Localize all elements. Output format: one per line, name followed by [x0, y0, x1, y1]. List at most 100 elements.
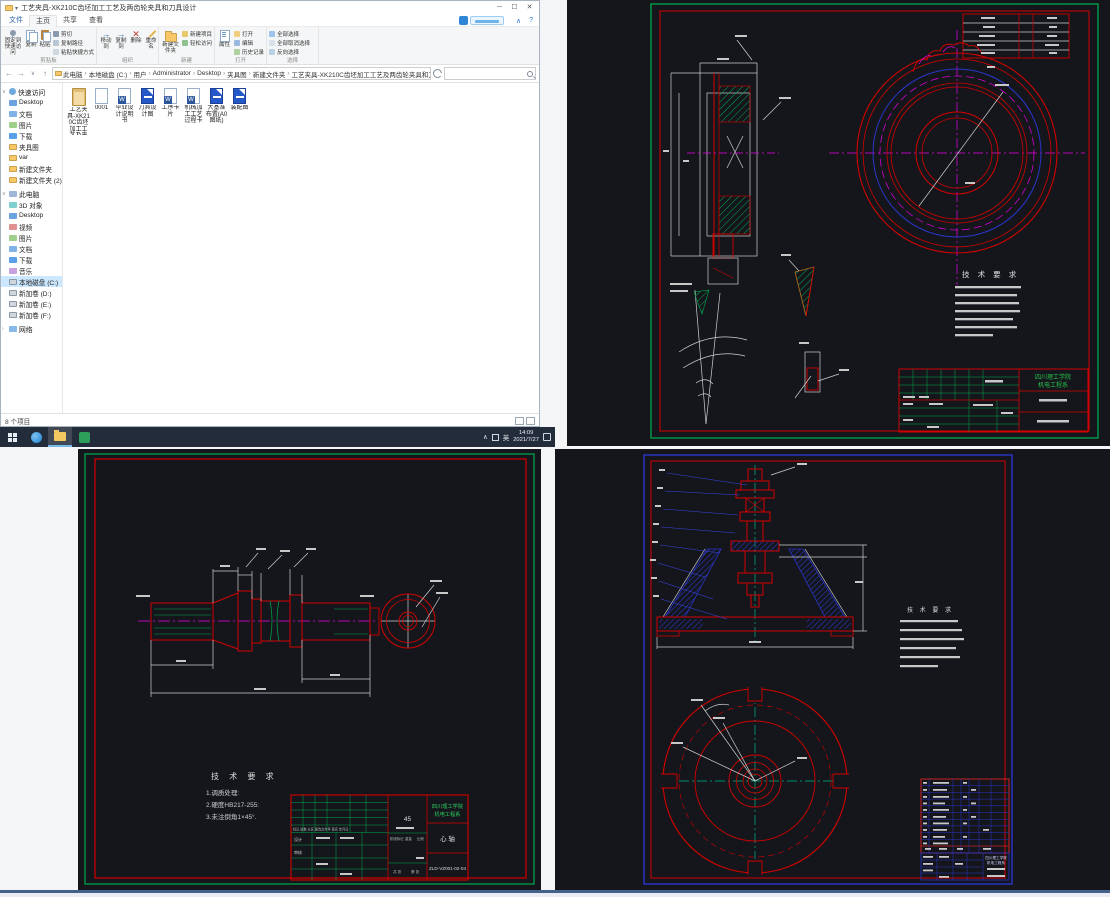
downloads-icon — [9, 256, 17, 263]
file-item[interactable]: 毕业设计说明书 — [113, 87, 136, 125]
sidebar-item-folder[interactable]: 夹具图 — [1, 141, 62, 152]
move-to-button[interactable]: → 移动到 — [99, 28, 113, 56]
breadcrumb-segment[interactable]: 新建文件夹 — [253, 69, 286, 79]
file-item[interactable]: 工序卡片 — [159, 87, 182, 118]
sidebar-section-network[interactable]: › 网络 — [1, 323, 62, 334]
history-button[interactable]: 历史记录 — [233, 48, 264, 56]
ribbon-collapse-icon[interactable]: ∧ — [516, 17, 521, 25]
sidebar-item-folder[interactable]: 新建文件夹 (2) — [1, 174, 62, 185]
rename-button[interactable]: 重命名 — [144, 28, 158, 56]
paste-button[interactable]: 粘贴 — [39, 28, 51, 56]
new-folder-button[interactable]: 新建文件夹 — [161, 28, 180, 56]
sidebar-item-downloads[interactable]: 下载 — [1, 130, 62, 141]
drive-icon — [9, 311, 17, 318]
back-icon[interactable]: ← — [4, 69, 14, 78]
green-app-icon — [78, 431, 90, 443]
file-item[interactable]: 工艺夹具-XK210C齿坯加工工艺及夹具设... — [67, 87, 90, 135]
details-view-icon[interactable] — [515, 417, 524, 425]
quick-access-toolbar-arrow-icon[interactable]: ▾ — [15, 5, 18, 12]
documents-icon — [9, 245, 17, 252]
sidebar-item-volume-f[interactable]: 新加卷 (F:) — [1, 309, 62, 320]
search-input[interactable] — [447, 70, 527, 77]
copy-to-button[interactable]: → 复制到 — [114, 28, 128, 56]
tab-share[interactable]: 共享 — [57, 15, 83, 27]
file-item[interactable]: 机械加工工艺过程卡 — [182, 87, 205, 125]
dwg-drawing-icon — [141, 88, 154, 104]
breadcrumb-segment[interactable]: 夹具图 — [227, 69, 247, 79]
copy-path-button[interactable]: 复制路径 — [52, 39, 94, 47]
rename-icon — [146, 28, 156, 38]
invert-selection-button[interactable]: 反向选择 — [269, 48, 310, 56]
select-all-button[interactable]: 全部选择 — [269, 30, 310, 38]
file-item[interactable]: 大基准布置(A0图纸) — [205, 87, 228, 125]
breadcrumb-segment[interactable]: Administrator — [153, 70, 191, 77]
properties-button[interactable]: 属性 — [217, 28, 232, 56]
taskbar-clock[interactable]: 14:09 2021/7/27 — [513, 430, 539, 444]
sidebar-item-pictures[interactable]: 图片 — [1, 232, 62, 243]
file-item[interactable]: 刀具设计图 — [136, 87, 159, 118]
sidebar-item-local-disk-c[interactable]: 本地磁盘 (C:) — [1, 276, 62, 287]
browser-icon — [30, 431, 42, 443]
sidebar-section-quick-access[interactable]: ∨ 快速访问 — [1, 86, 62, 97]
drive-icon — [9, 278, 17, 285]
sidebar-item-desktop[interactable]: Desktop — [1, 97, 62, 108]
breadcrumb-segment[interactable]: 此电脑 — [63, 69, 83, 79]
tray-expand-icon[interactable]: ∧ — [483, 433, 488, 441]
sidebar-item-3d-objects[interactable]: 3D 对象 — [1, 199, 62, 210]
forward-icon[interactable]: → — [16, 69, 26, 78]
cloud-sync-badge[interactable] — [458, 16, 504, 25]
close-button[interactable]: ✕ — [522, 1, 537, 15]
documents-icon — [9, 110, 17, 117]
sidebar-item-music[interactable]: 音乐 — [1, 265, 62, 276]
delete-button[interactable]: ✕ 删除 — [129, 28, 143, 56]
breadcrumb-segment[interactable]: 本地磁盘 (C:) — [89, 69, 128, 79]
pin-to-quick-access-button[interactable]: 固定到快速访问 — [3, 28, 23, 56]
sidebar-item-folder[interactable]: var — [1, 152, 62, 163]
taskbar-app-button[interactable] — [72, 427, 96, 447]
easy-access-button[interactable]: 轻松访问 — [181, 39, 212, 47]
sidebar-section-this-pc[interactable]: ∨ 此电脑 — [1, 188, 62, 199]
sidebar-item-documents[interactable]: 文档 — [1, 108, 62, 119]
tab-file[interactable]: 文件 — [3, 15, 29, 27]
file-item[interactable]: 装配图 — [228, 87, 251, 112]
sidebar-item-desktop[interactable]: Desktop — [1, 210, 62, 221]
tab-view[interactable]: 查看 — [83, 15, 109, 27]
svg-text:第 张: 第 张 — [411, 869, 420, 874]
sidebar-item-folder[interactable]: 新建文件夹 — [1, 163, 62, 174]
cut-button[interactable]: 剪切 — [52, 30, 94, 38]
sidebar-item-volume-e[interactable]: 新加卷 (E:) — [1, 298, 62, 309]
breadcrumb-segment[interactable]: Desktop — [197, 70, 221, 77]
taskbar-explorer-button[interactable] — [48, 427, 72, 447]
tab-home[interactable]: 主页 — [29, 14, 57, 27]
file-icon — [95, 88, 108, 104]
sidebar-item-videos[interactable]: 视频 — [1, 221, 62, 232]
sidebar-item-downloads[interactable]: 下载 — [1, 254, 62, 265]
word-document-icon — [187, 88, 200, 104]
select-none-button[interactable]: 全部取消选择 — [269, 39, 310, 47]
sidebar-item-documents[interactable]: 文档 — [1, 243, 62, 254]
minimize-button[interactable]: ─ — [492, 1, 507, 15]
up-icon[interactable]: ↑ — [40, 69, 50, 78]
thumbnail-view-icon[interactable] — [526, 417, 535, 425]
recent-locations-icon[interactable]: ∨ — [28, 70, 38, 77]
ime-indicator[interactable]: 英 — [503, 432, 510, 442]
breadcrumb-segment[interactable]: 用户 — [133, 69, 146, 79]
search-box — [444, 67, 536, 80]
start-button[interactable] — [0, 427, 24, 447]
sidebar-item-pictures[interactable]: 图片 — [1, 119, 62, 130]
tray-status-icon[interactable] — [491, 433, 499, 441]
taskbar-browser-button[interactable] — [24, 427, 48, 447]
maximize-button[interactable]: ☐ — [507, 1, 522, 15]
file-item[interactable]: 0001 — [90, 87, 113, 112]
new-item-button[interactable]: 新建项目 — [181, 30, 212, 38]
help-icon[interactable]: ? — [529, 17, 533, 24]
copy-button[interactable]: 复制 — [25, 28, 38, 56]
edit-button[interactable]: 编辑 — [233, 39, 264, 47]
notification-center-icon[interactable] — [543, 433, 551, 441]
breadcrumb[interactable]: 此电脑 › 本地磁盘 (C:) › 用户 › Administrator › Deskt… — [52, 67, 431, 80]
refresh-icon[interactable] — [433, 69, 442, 78]
sidebar-item-volume-d[interactable]: 新加卷 (D:) — [1, 287, 62, 298]
breadcrumb-segment[interactable]: 工艺夹具-XK210C齿坯加工工艺及两齿轮夹具和刀具设计 — [292, 69, 431, 79]
open-button[interactable]: 打开 — [233, 30, 264, 38]
paste-shortcut-button[interactable]: 粘贴快捷方式 — [52, 48, 94, 56]
